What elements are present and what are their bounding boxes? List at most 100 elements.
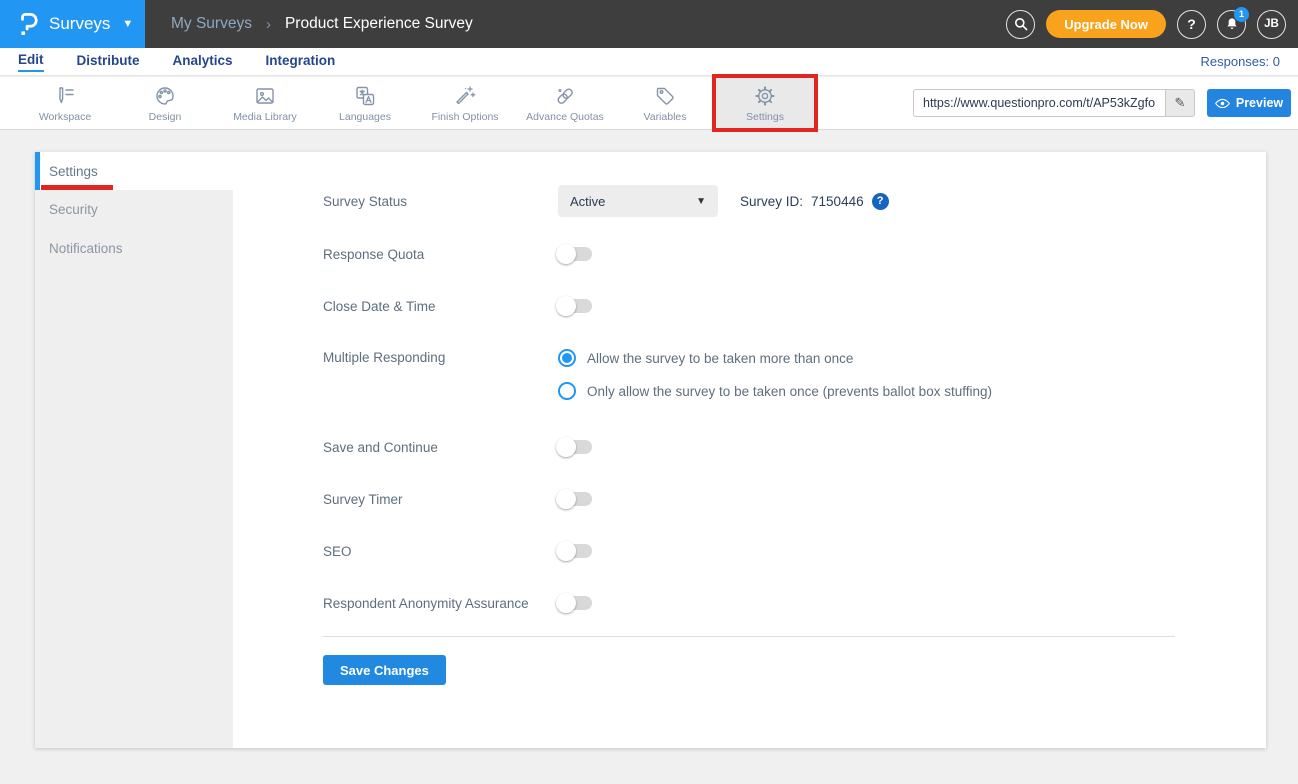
respondent-anonymity-row: Respondent Anonymity Assurance: [323, 591, 1266, 615]
survey-status-value: Active: [570, 194, 605, 209]
breadcrumb-current: Product Experience Survey: [285, 15, 473, 33]
edit-url-button[interactable]: ✎: [1165, 89, 1195, 117]
advance-quotas-icon: [553, 84, 577, 108]
multiple-responding-row: Multiple Responding Allow the survey to …: [323, 346, 1266, 403]
response-quota-toggle[interactable]: [558, 247, 592, 261]
toolbar-item-settings[interactable]: Settings: [715, 77, 815, 129]
survey-status-row: Survey Status Active ▼ Survey ID: 715044…: [323, 185, 1266, 217]
tab-integration[interactable]: Integration: [266, 53, 336, 71]
seo-toggle[interactable]: [558, 544, 592, 558]
survey-nav: Edit Distribute Analytics Integration Re…: [0, 48, 1298, 76]
sidebar-item-security[interactable]: Security: [35, 190, 233, 229]
product-switcher[interactable]: Surveys ▼: [0, 0, 145, 48]
search-button[interactable]: [1006, 10, 1035, 39]
respondent-anonymity-toggle[interactable]: [558, 596, 592, 610]
notifications-button[interactable]: 1: [1217, 10, 1246, 39]
toggle-knob: [556, 541, 576, 561]
radio-unselected-icon[interactable]: [558, 382, 576, 400]
breadcrumb-separator-icon: ›: [266, 16, 271, 33]
toolbar-item-label: Settings: [746, 111, 784, 123]
survey-id-help-button[interactable]: ?: [872, 193, 889, 210]
question-mark-icon: ?: [1187, 16, 1196, 32]
section-divider: [323, 636, 1175, 637]
toolbar-item-label: Workspace: [39, 111, 91, 123]
design-icon: [153, 84, 177, 108]
radio-option-multiple-allowed[interactable]: Allow the survey to be taken more than o…: [558, 346, 992, 370]
close-date-time-label: Close Date & Time: [323, 299, 558, 314]
product-name: Surveys: [49, 14, 110, 34]
chevron-down-icon: ▼: [122, 18, 133, 30]
toggle-knob: [556, 593, 576, 613]
toolbar-item-advance-quotas[interactable]: Advance Quotas: [515, 77, 615, 129]
sidebar-item-label: Notifications: [49, 241, 123, 256]
radio-selected-icon[interactable]: [558, 349, 576, 367]
questionpro-logo-icon: [17, 10, 39, 38]
sidebar-item-notifications[interactable]: Notifications: [35, 229, 233, 268]
notification-badge: 1: [1234, 7, 1249, 22]
save-and-continue-row: Save and Continue: [323, 435, 1266, 459]
toolbar-item-variables[interactable]: Variables: [615, 77, 715, 129]
seo-label: SEO: [323, 544, 558, 559]
avatar-initials: JB: [1264, 18, 1279, 30]
settings-gear-icon: [753, 84, 777, 108]
seo-row: SEO: [323, 539, 1266, 563]
survey-status-dropdown[interactable]: Active ▼: [558, 185, 718, 217]
settings-sidebar: Settings Security Notifications: [35, 152, 233, 748]
sidebar-item-settings[interactable]: Settings: [35, 152, 233, 190]
question-mark-icon: ?: [877, 195, 884, 207]
response-quota-row: Response Quota: [323, 242, 1266, 266]
close-date-time-row: Close Date & Time: [323, 294, 1266, 318]
save-changes-button[interactable]: Save Changes: [323, 655, 446, 685]
tab-distribute[interactable]: Distribute: [77, 53, 140, 71]
toolbar-item-design[interactable]: Design: [115, 77, 215, 129]
sidebar-item-label: Settings: [49, 164, 98, 179]
sidebar-item-label: Security: [49, 202, 98, 217]
save-and-continue-toggle[interactable]: [558, 440, 592, 454]
help-button[interactable]: ?: [1177, 10, 1206, 39]
toggle-knob: [556, 489, 576, 509]
topbar-actions: Upgrade Now ? 1 JB: [1006, 10, 1298, 39]
tab-edit[interactable]: Edit: [18, 52, 44, 72]
edit-toolbar: Workspace Design Media Library Languages: [0, 77, 1298, 130]
preview-button[interactable]: Preview: [1207, 89, 1291, 117]
survey-status-label: Survey Status: [323, 194, 558, 209]
breadcrumb-parent[interactable]: My Surveys: [171, 15, 252, 33]
save-and-continue-label: Save and Continue: [323, 440, 558, 455]
toolbar-item-languages[interactable]: Languages: [315, 77, 415, 129]
active-indicator-bar: [35, 152, 40, 190]
tab-analytics[interactable]: Analytics: [173, 53, 233, 71]
toolbar-item-finish-options[interactable]: Finish Options: [415, 77, 515, 129]
workspace-icon: [53, 84, 77, 108]
survey-url-input[interactable]: [913, 89, 1165, 117]
languages-icon: [353, 84, 377, 108]
toggle-knob: [556, 296, 576, 316]
media-library-icon: [253, 84, 277, 108]
survey-id-value: 7150446: [811, 194, 864, 209]
toolbar-item-label: Media Library: [233, 111, 297, 123]
settings-panel: Settings Security Notifications Survey S…: [35, 152, 1266, 748]
variables-icon: [653, 84, 677, 108]
toolbar-item-workspace[interactable]: Workspace: [15, 77, 115, 129]
respondent-anonymity-label: Respondent Anonymity Assurance: [323, 596, 558, 611]
radio-option-label: Only allow the survey to be taken once (…: [587, 384, 992, 399]
toolbar-item-media-library[interactable]: Media Library: [215, 77, 315, 129]
toolbar-item-label: Finish Options: [431, 111, 498, 123]
avatar[interactable]: JB: [1257, 10, 1286, 39]
toolbar-item-label: Advance Quotas: [526, 111, 604, 123]
radio-option-label: Allow the survey to be taken more than o…: [587, 351, 853, 366]
breadcrumb: My Surveys › Product Experience Survey: [171, 15, 473, 33]
preview-label: Preview: [1236, 96, 1283, 110]
close-date-time-toggle[interactable]: [558, 299, 592, 313]
multiple-responding-label: Multiple Responding: [323, 346, 558, 370]
toolbar-item-label: Variables: [644, 111, 687, 123]
eye-icon: [1215, 98, 1230, 109]
toolbar-item-label: Languages: [339, 111, 391, 123]
responses-count: Responses: 0: [1201, 54, 1281, 69]
multiple-responding-options: Allow the survey to be taken more than o…: [558, 346, 992, 403]
pencil-icon: ✎: [1175, 95, 1186, 111]
upgrade-now-button[interactable]: Upgrade Now: [1046, 10, 1166, 38]
top-bar: Surveys ▼ My Surveys › Product Experienc…: [0, 0, 1298, 48]
settings-content: Survey Status Active ▼ Survey ID: 715044…: [233, 152, 1266, 748]
survey-timer-toggle[interactable]: [558, 492, 592, 506]
radio-option-once-only[interactable]: Only allow the survey to be taken once (…: [558, 379, 992, 403]
